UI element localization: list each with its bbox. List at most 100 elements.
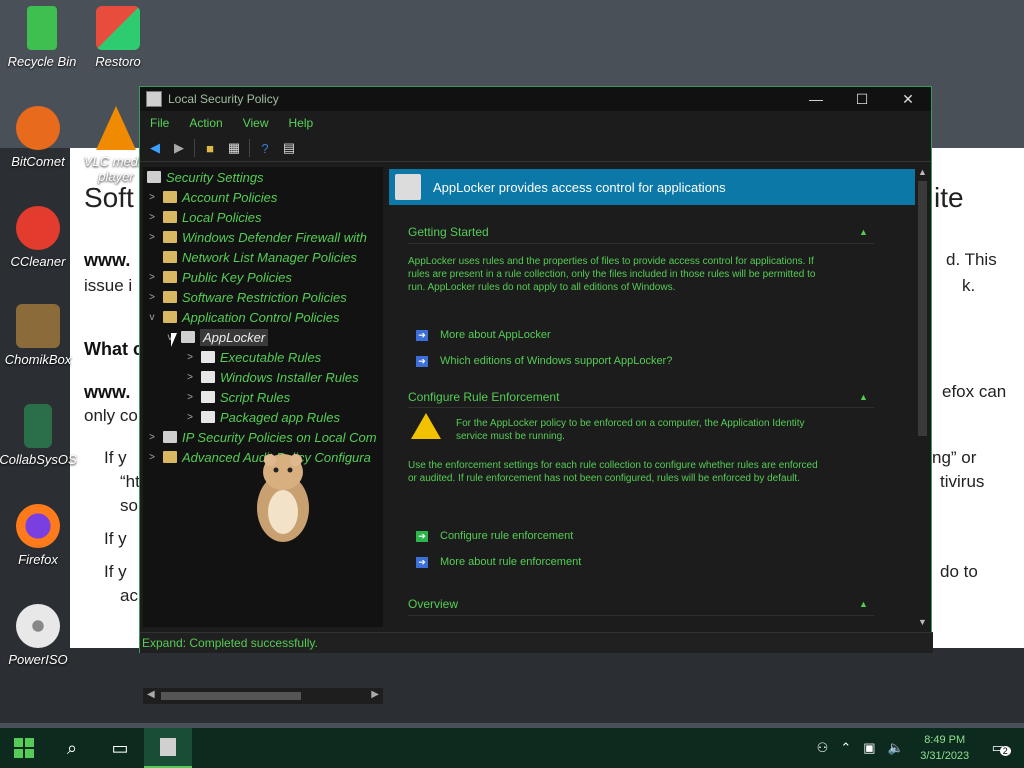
show-hide-tree-icon[interactable]: ▦	[225, 140, 243, 156]
link-more-about-applocker[interactable]: ➔ More about AppLocker	[416, 329, 551, 341]
help-icon[interactable]: ?	[256, 140, 274, 156]
menu-action[interactable]: Action	[179, 116, 232, 130]
taskbar-local-security-policy[interactable]	[144, 728, 192, 768]
folder-icon	[163, 451, 177, 463]
tree-item-account-policies[interactable]: > Account Policies	[145, 187, 277, 207]
tree-item-script-rules[interactable]: > Script Rules	[183, 387, 290, 407]
desktop-icon-recycle-bin[interactable]: Recycle Bin	[0, 6, 84, 69]
rules-icon	[201, 391, 215, 403]
menu-view[interactable]: View	[233, 116, 279, 130]
desktop-icon-chomikbox[interactable]: ChomikBox	[0, 304, 80, 367]
link-arrow-icon: ➔	[416, 329, 428, 341]
collapse-arrow-icon[interactable]: v	[145, 312, 159, 323]
bg-fragment: k.	[962, 276, 976, 295]
expand-arrow-icon[interactable]: >	[145, 452, 159, 463]
scroll-left-icon[interactable]: ◀	[147, 689, 155, 700]
tree-item-public-key-policies[interactable]: > Public Key Policies	[145, 267, 292, 287]
details-vertical-scrollbar[interactable]: ▲ ▼	[916, 167, 929, 627]
desktop-icon-collabsysos[interactable]: CollabSysOS	[0, 404, 80, 467]
start-button[interactable]	[0, 728, 48, 768]
maximize-button[interactable]: ☐	[839, 91, 885, 108]
menu-help[interactable]: Help	[279, 116, 324, 130]
bg-fragment: ac	[120, 586, 138, 605]
applocker-header-icon	[395, 174, 421, 200]
chevron-up-icon[interactable]: ⌃	[840, 740, 851, 756]
folder-icon	[163, 251, 177, 263]
clock[interactable]: 8:49 PM 3/31/2023	[910, 732, 980, 764]
security-policy-icon	[146, 91, 162, 107]
expand-arrow-icon[interactable]: >	[145, 212, 159, 223]
recycle-bin-icon	[27, 6, 57, 50]
status-bar: Expand: Completed successfully.	[140, 632, 933, 653]
section-configure-rule-enforcement[interactable]: Configure Rule Enforcement	[408, 390, 559, 404]
bg-fragment: so	[120, 496, 138, 515]
folder-icon	[163, 191, 177, 203]
tree-item-ip-security[interactable]: > IP Security Policies on Local Com	[145, 427, 377, 447]
bg-fragment: ite	[934, 182, 964, 213]
desktop-icon-restoro[interactable]: Restoro	[76, 6, 160, 69]
expand-arrow-icon[interactable]: >	[145, 232, 159, 243]
desktop-icon-poweriso[interactable]: PowerISO	[0, 604, 80, 667]
tree-item-windows-defender-firewall[interactable]: > Windows Defender Firewall with	[145, 227, 367, 247]
tree-item-packaged-app-rules[interactable]: > Packaged app Rules	[183, 407, 340, 427]
link-more-about-rule-enforcement[interactable]: ➔ More about rule enforcement	[416, 556, 581, 568]
tree-pane: Security Settings > Account Policies > L…	[143, 167, 383, 627]
expand-arrow-icon[interactable]: >	[145, 292, 159, 303]
section-divider	[408, 407, 874, 408]
back-arrow-icon[interactable]: ◀	[146, 140, 164, 156]
tree-item-security-settings[interactable]: Security Settings	[145, 167, 264, 187]
link-configure-rule-enforcement[interactable]: ➔ Configure rule enforcement	[416, 530, 573, 542]
expand-arrow-icon[interactable]: >	[145, 272, 159, 283]
expand-arrow-icon[interactable]: >	[145, 192, 159, 203]
collapse-caret-icon[interactable]: ▲	[859, 392, 868, 402]
section-getting-started[interactable]: Getting Started	[408, 225, 489, 239]
up-folder-icon[interactable]: ■	[201, 140, 219, 156]
section-divider	[408, 615, 874, 616]
scroll-thumb[interactable]	[161, 692, 301, 700]
bg-fragment: If y	[104, 448, 127, 467]
people-icon[interactable]: ⚇	[817, 740, 829, 756]
section-overview[interactable]: Overview	[408, 597, 458, 611]
minimize-button[interactable]: —	[793, 91, 839, 107]
network-icon[interactable]: ▣	[863, 740, 875, 756]
expand-arrow-icon[interactable]: >	[183, 372, 197, 383]
tree-item-application-control[interactable]: v Application Control Policies	[145, 307, 340, 327]
scroll-right-icon[interactable]: ▶	[371, 689, 379, 700]
task-view-button[interactable]: ▭	[96, 728, 144, 768]
system-tray: ⚇ ⌃ ▣ 🔈 8:49 PM 3/31/2023 ▭ 2	[811, 728, 1024, 768]
warning-text: For the AppLocker policy to be enforced …	[456, 418, 805, 442]
tree-item-executable-rules[interactable]: > Executable Rules	[183, 347, 321, 367]
desktop-icon-firefox[interactable]: Firefox	[0, 504, 80, 567]
expand-arrow-icon[interactable]: >	[183, 392, 197, 403]
tree-item-local-policies[interactable]: > Local Policies	[145, 207, 261, 227]
tree-item-software-restriction[interactable]: > Software Restriction Policies	[145, 287, 347, 307]
collapse-caret-icon[interactable]: ▲	[859, 599, 868, 609]
scroll-up-icon[interactable]: ▲	[918, 167, 927, 177]
collapse-caret-icon[interactable]: ▲	[859, 227, 868, 237]
desktop-icon-ccleaner[interactable]: CCleaner	[0, 206, 80, 269]
tree-horizontal-scrollbar[interactable]: ◀ ▶	[143, 688, 383, 704]
properties-icon[interactable]: ▤	[280, 140, 298, 156]
volume-muted-icon[interactable]: 🔈	[888, 740, 904, 756]
link-which-editions[interactable]: ➔ Which editions of Windows support AppL…	[416, 355, 672, 367]
notifications-button[interactable]: ▭ 2	[986, 740, 1011, 756]
desktop-icon-label: CollabSysOS	[0, 452, 77, 467]
expand-arrow-icon[interactable]: >	[145, 432, 159, 443]
tree-item-network-list-manager[interactable]: Network List Manager Policies	[145, 247, 357, 267]
bitcomet-icon	[16, 106, 60, 150]
desktop-icon-bitcomet[interactable]: BitComet	[0, 106, 80, 169]
tree-item-windows-installer-rules[interactable]: > Windows Installer Rules	[183, 367, 359, 387]
expand-arrow-icon[interactable]: >	[183, 412, 197, 423]
title-bar[interactable]: Local Security Policy — ☐ ✕	[140, 87, 931, 111]
search-button[interactable]: ⌕	[48, 728, 96, 768]
close-button[interactable]: ✕	[885, 91, 931, 108]
bg-fragment: ng” or	[932, 448, 977, 467]
scroll-down-icon[interactable]: ▼	[918, 617, 927, 627]
folder-icon	[163, 231, 177, 243]
forward-arrow-icon[interactable]: ▶	[170, 140, 188, 156]
expand-arrow-icon[interactable]: >	[183, 352, 197, 363]
scroll-thumb[interactable]	[918, 181, 927, 436]
folder-icon	[163, 211, 177, 223]
menu-file[interactable]: File	[140, 116, 179, 130]
tree-item-applocker[interactable]: v AppLocker	[163, 327, 269, 347]
